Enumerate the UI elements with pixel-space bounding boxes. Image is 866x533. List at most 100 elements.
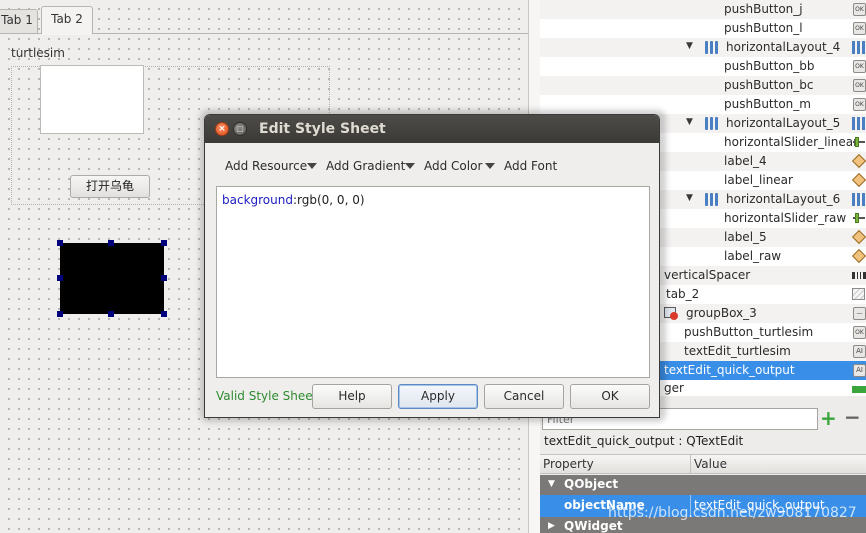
label-icon xyxy=(851,153,866,169)
add-color-menu[interactable]: Add Color xyxy=(424,159,482,173)
horizontal-layout-icon xyxy=(705,193,719,206)
tree-row-label: horizontalSlider_raw xyxy=(724,211,847,225)
tree-row-label: label_raw xyxy=(724,249,782,263)
resize-handle-right[interactable] xyxy=(161,275,167,281)
add-dynamic-property-icon[interactable]: + xyxy=(820,408,837,428)
tree-row-label: pushButton_l xyxy=(724,21,803,35)
tree-row-label: pushButton_j xyxy=(724,2,803,16)
property-group-label: QWidget xyxy=(564,519,623,533)
maximize-icon[interactable]: ▢ xyxy=(233,122,247,136)
text-edit-quick-output-widget[interactable] xyxy=(60,243,164,314)
chevron-down-icon[interactable] xyxy=(405,163,415,169)
push-button-icon: OK xyxy=(853,98,866,111)
push-button-icon: OK xyxy=(853,22,866,35)
tree-row-label: ger xyxy=(664,381,684,395)
tree-row-label: pushButton_m xyxy=(724,97,811,111)
add-gradient-menu[interactable]: Add Gradient xyxy=(326,159,405,173)
cancel-button[interactable]: Cancel xyxy=(484,384,564,409)
tree-row[interactable]: ▼ horizontalLayout_4 xyxy=(540,38,866,57)
edit-style-sheet-dialog: × ▢ Edit Style Sheet Add Resource Add Gr… xyxy=(204,114,660,418)
resize-handle-left[interactable] xyxy=(57,275,63,281)
tab-2[interactable]: Tab 2 xyxy=(41,6,93,33)
tree-row[interactable]: pushButton_l OK xyxy=(540,19,866,38)
add-font-button[interactable]: Add Font xyxy=(504,159,557,173)
tree-row-label: horizontalSlider_linear xyxy=(724,135,859,149)
tab-1[interactable]: Tab 1 xyxy=(0,9,38,33)
value-column-header[interactable]: Value xyxy=(694,457,727,471)
text-edit-icon: AI xyxy=(853,345,866,358)
slider-icon xyxy=(852,136,866,149)
expand-arrow-icon[interactable]: ▼ xyxy=(686,193,693,203)
group-box-icon: — xyxy=(853,307,866,320)
help-button[interactable]: Help xyxy=(312,384,392,409)
tree-row-label: label_linear xyxy=(724,173,793,187)
chevron-down-icon[interactable] xyxy=(485,163,495,169)
expand-arrow-icon[interactable]: ▼ xyxy=(686,41,693,51)
horizontal-layout-icon xyxy=(852,193,866,206)
push-button-icon: OK xyxy=(853,3,866,16)
horizontal-layout-icon xyxy=(705,41,719,54)
resize-handle-bottom-left[interactable] xyxy=(57,311,63,317)
tree-row-label: horizontalLayout_5 xyxy=(726,116,841,130)
css-property-name: background xyxy=(222,193,293,207)
property-editor-object-class: textEdit_quick_output : QTextEdit xyxy=(544,434,744,448)
text-edit-icon: AI xyxy=(853,364,866,377)
slider-icon xyxy=(852,212,866,225)
open-turtle-button[interactable]: 打开乌龟 xyxy=(70,175,150,198)
property-column-header[interactable]: Property xyxy=(543,457,594,471)
tree-row-label: label_4 xyxy=(724,154,767,168)
tree-row-label: textEdit_turtlesim xyxy=(684,344,791,358)
watermark: https://blog.csdn.net/zw908170827 xyxy=(608,505,857,521)
horizontal-layout-icon xyxy=(852,117,866,130)
add-resource-menu[interactable]: Add Resource xyxy=(225,159,307,173)
remove-dynamic-property-icon[interactable]: − xyxy=(844,407,861,427)
property-group-label: QObject xyxy=(564,477,619,491)
property-table-header: Property Value xyxy=(540,454,866,474)
tree-row[interactable]: pushButton_bc OK xyxy=(540,76,866,95)
push-button-icon: OK xyxy=(853,79,866,92)
label-icon xyxy=(851,172,866,188)
resize-handle-bottom[interactable] xyxy=(108,311,114,317)
tree-row-label: horizontalLayout_6 xyxy=(726,192,841,206)
resize-handle-top[interactable] xyxy=(108,240,114,246)
spacer-icon xyxy=(852,383,866,396)
text-edit-turtlesim-widget[interactable] xyxy=(40,65,144,134)
collapse-arrow-icon[interactable]: ▼ xyxy=(548,479,555,489)
style-sheet-editor[interactable]: background:rgb(0, 0, 0) xyxy=(216,186,650,378)
label-icon xyxy=(851,248,866,264)
resize-handle-bottom-right[interactable] xyxy=(161,311,167,317)
push-button-icon: OK xyxy=(853,60,866,73)
expand-arrow-icon[interactable]: ▼ xyxy=(686,117,693,127)
tab-2-gap xyxy=(42,32,92,35)
tree-row-label: groupBox_3 xyxy=(686,306,757,320)
ok-button[interactable]: OK xyxy=(570,384,650,409)
tree-row-label: verticalSpacer xyxy=(664,268,751,282)
push-button-icon: OK xyxy=(853,326,866,339)
horizontal-layout-icon xyxy=(705,117,719,130)
resize-handle-top-left[interactable] xyxy=(57,240,63,246)
group-box-title: turtlesim xyxy=(11,46,65,60)
tree-row-label: pushButton_bb xyxy=(724,59,815,73)
spacer-icon xyxy=(852,269,866,282)
tree-row[interactable]: pushButton_j OK xyxy=(540,0,866,19)
close-icon[interactable]: × xyxy=(215,122,229,136)
tree-row-label: label_5 xyxy=(724,230,767,244)
horizontal-layout-icon xyxy=(852,41,866,54)
tree-row-label: pushButton_turtlesim xyxy=(684,325,814,339)
dialog-titlebar[interactable]: × ▢ Edit Style Sheet xyxy=(205,115,659,143)
css-property-value: :rgb(0, 0, 0) xyxy=(292,193,365,207)
property-group-qobject[interactable]: ▼ QObject xyxy=(540,475,866,495)
tree-row-label: horizontalLayout_4 xyxy=(726,40,841,54)
tree-row-label: textEdit_quick_output xyxy=(664,363,795,377)
column-divider xyxy=(690,455,691,474)
chevron-down-icon[interactable] xyxy=(307,163,317,169)
group-box-icon xyxy=(664,307,678,320)
tree-row[interactable]: pushButton_bb OK xyxy=(540,57,866,76)
validity-status: Valid Style Sheet xyxy=(216,389,318,403)
editor-line: background:rgb(0, 0, 0) xyxy=(222,193,365,207)
expand-arrow-icon[interactable]: ▶ xyxy=(548,521,555,531)
apply-button[interactable]: Apply xyxy=(398,384,478,409)
label-icon xyxy=(851,229,866,245)
tree-row-label: pushButton_bc xyxy=(724,78,814,92)
resize-handle-top-right[interactable] xyxy=(161,240,167,246)
